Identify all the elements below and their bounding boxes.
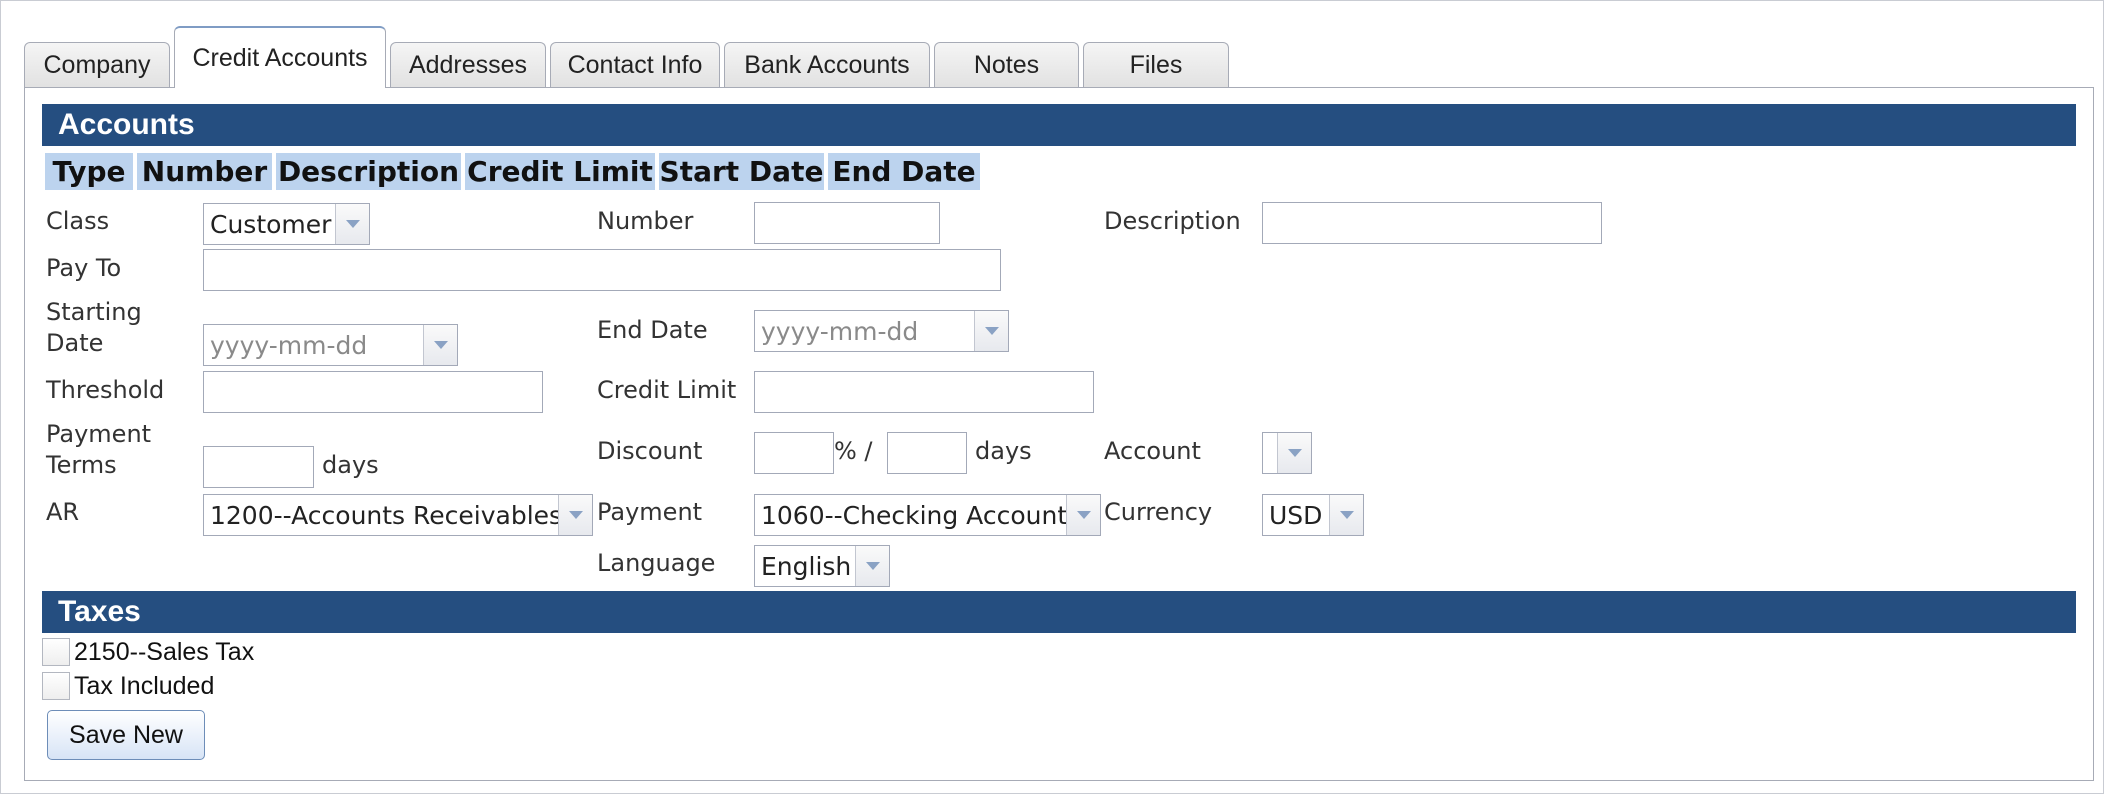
class-select[interactable]: Customer: [203, 203, 370, 245]
description-label: Description: [1104, 207, 1241, 235]
starting-date-label-line2: Date: [46, 329, 104, 357]
account-select[interactable]: [1262, 432, 1312, 474]
chevron-down-icon[interactable]: [423, 325, 457, 365]
save-new-button[interactable]: Save New: [47, 710, 205, 760]
currency-label: Currency: [1104, 498, 1213, 526]
payment-label: Payment: [597, 498, 703, 526]
currency-select[interactable]: USD: [1262, 494, 1364, 536]
tab-addresses[interactable]: Addresses: [390, 42, 546, 88]
sales-tax-row: 2150--Sales Tax: [42, 636, 254, 668]
threshold-input[interactable]: [203, 371, 543, 413]
column-header-number[interactable]: Number: [137, 153, 272, 190]
chevron-down-icon[interactable]: [558, 495, 592, 535]
tab-credit-accounts[interactable]: Credit Accounts: [174, 26, 386, 88]
tab-panel: [24, 87, 2094, 781]
description-input[interactable]: [1262, 202, 1602, 244]
ar-account-value: 1200--Accounts Receivables: [210, 500, 558, 530]
end-date-placeholder: yyyy-mm-dd: [761, 316, 919, 346]
payment-account-select[interactable]: 1060--Checking Account: [754, 494, 1101, 536]
tax-included-checkbox[interactable]: [42, 672, 70, 700]
credit-limit-label: Credit Limit: [597, 376, 737, 404]
payment-account-value: 1060--Checking Account: [761, 500, 1066, 530]
column-header-end-date[interactable]: End Date: [828, 153, 980, 190]
payment-terms-label-line2: Terms: [46, 451, 117, 479]
chevron-down-icon[interactable]: [335, 204, 369, 244]
chevron-down-icon[interactable]: [1277, 433, 1311, 473]
tab-company[interactable]: Company: [24, 42, 170, 88]
number-label: Number: [597, 207, 694, 235]
payment-terms-days-label: days: [322, 451, 379, 479]
account-label: Account: [1104, 437, 1201, 465]
payment-terms-label: Payment: [46, 420, 152, 448]
pay-to-input[interactable]: [203, 249, 1001, 291]
threshold-label: Threshold: [46, 376, 165, 404]
pay-to-label: Pay To: [46, 254, 122, 282]
column-header-credit-limit[interactable]: Credit Limit: [465, 153, 655, 190]
currency-value: USD: [1269, 500, 1323, 530]
discount-label: Discount: [597, 437, 703, 465]
tab-notes[interactable]: Notes: [934, 42, 1079, 88]
tab-contact-info[interactable]: Contact Info: [550, 42, 720, 88]
starting-date-placeholder: yyyy-mm-dd: [210, 330, 368, 360]
starting-date-picker[interactable]: yyyy-mm-dd: [203, 324, 458, 366]
discount-days-label: days: [975, 437, 1032, 465]
column-header-start-date[interactable]: Start Date: [659, 153, 824, 190]
tab-bar: Company Credit Accounts Addresses Contac…: [24, 26, 1233, 88]
tax-included-row: Tax Included: [42, 670, 214, 702]
chevron-down-icon[interactable]: [974, 311, 1008, 351]
chevron-down-icon[interactable]: [1066, 495, 1100, 535]
tab-files[interactable]: Files: [1083, 42, 1229, 88]
discount-percent-input[interactable]: [754, 432, 834, 474]
tax-included-label: Tax Included: [74, 671, 215, 700]
chevron-down-icon[interactable]: [1329, 495, 1363, 535]
language-label: Language: [597, 549, 716, 577]
accounts-section-title: Accounts: [42, 104, 2076, 146]
class-label: Class: [46, 207, 110, 235]
column-header-type[interactable]: Type: [45, 153, 133, 190]
ar-account-select[interactable]: 1200--Accounts Receivables: [203, 494, 593, 536]
sales-tax-label: 2150--Sales Tax: [74, 637, 255, 666]
end-date-picker[interactable]: yyyy-mm-dd: [754, 310, 1009, 352]
column-header-description[interactable]: Description: [276, 153, 461, 190]
discount-days-input[interactable]: [887, 432, 967, 474]
tab-bank-accounts[interactable]: Bank Accounts: [724, 42, 930, 88]
language-value: English: [761, 551, 852, 581]
starting-date-label: Starting: [46, 298, 142, 326]
sales-tax-checkbox[interactable]: [42, 638, 70, 666]
chevron-down-icon[interactable]: [855, 546, 889, 586]
class-select-value: Customer: [210, 209, 332, 239]
ar-label: AR: [46, 498, 80, 526]
credit-limit-input[interactable]: [754, 371, 1094, 413]
number-input[interactable]: [754, 202, 940, 244]
taxes-section-title: Taxes: [42, 591, 2076, 633]
language-select[interactable]: English: [754, 545, 890, 587]
discount-percent-separator: % /: [834, 437, 873, 465]
end-date-label: End Date: [597, 316, 708, 344]
payment-terms-input[interactable]: [203, 446, 314, 488]
